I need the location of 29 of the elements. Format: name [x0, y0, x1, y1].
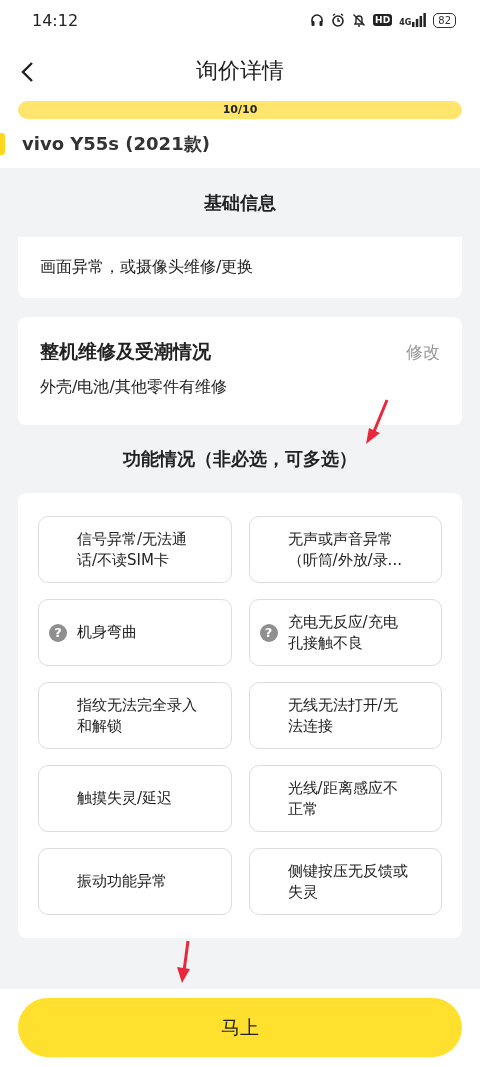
option-button[interactable]: ? 充电无反应/充电孔接触不良 [248, 599, 442, 666]
option-button[interactable]: 无线无法打开/无法连接 [248, 682, 442, 749]
page-title: 询价详情 [196, 56, 284, 85]
back-icon[interactable] [20, 61, 34, 83]
option-button[interactable]: 振动功能异常 [38, 848, 232, 915]
option-button[interactable]: ? 机身弯曲 [38, 599, 232, 666]
option-button[interactable]: 侧键按压无反馈或失灵 [248, 848, 442, 915]
battery-icon: 82 [433, 12, 456, 28]
info-title: 整机维修及受潮情况 [40, 339, 211, 364]
bell-off-icon [352, 13, 367, 27]
network-type: 4G [399, 19, 412, 27]
status-time: 14:12 [32, 10, 80, 30]
model-name: vivo Y55s (2021款) [22, 131, 210, 156]
signal-icon [412, 13, 427, 27]
option-button[interactable]: 指纹无法完全录入和解锁 [38, 682, 232, 749]
section-marker [0, 132, 5, 155]
info-value: 画面异常，或摄像头维修/更换 [40, 257, 254, 278]
headphones-icon [310, 13, 325, 27]
section-heading: 基础信息 [204, 190, 276, 215]
option-button[interactable]: 无声或声音异常（听筒/外放/录... [248, 516, 442, 583]
option-button[interactable]: 触摸失灵/延迟 [38, 765, 232, 832]
section-heading: 功能情况（非必选，可多选） [123, 447, 357, 471]
hd-icon: HD [373, 14, 393, 26]
progress-label: 10/10 [221, 103, 259, 116]
submit-button[interactable]: 马上 [18, 998, 462, 1057]
option-button[interactable]: 光线/距离感应不正常 [248, 765, 442, 832]
alarm-icon [331, 13, 346, 27]
info-value: 外壳/电池/其他零件有维修 [40, 377, 228, 398]
option-button[interactable]: 信号异常/无法通话/不读SIM卡 [38, 516, 232, 583]
